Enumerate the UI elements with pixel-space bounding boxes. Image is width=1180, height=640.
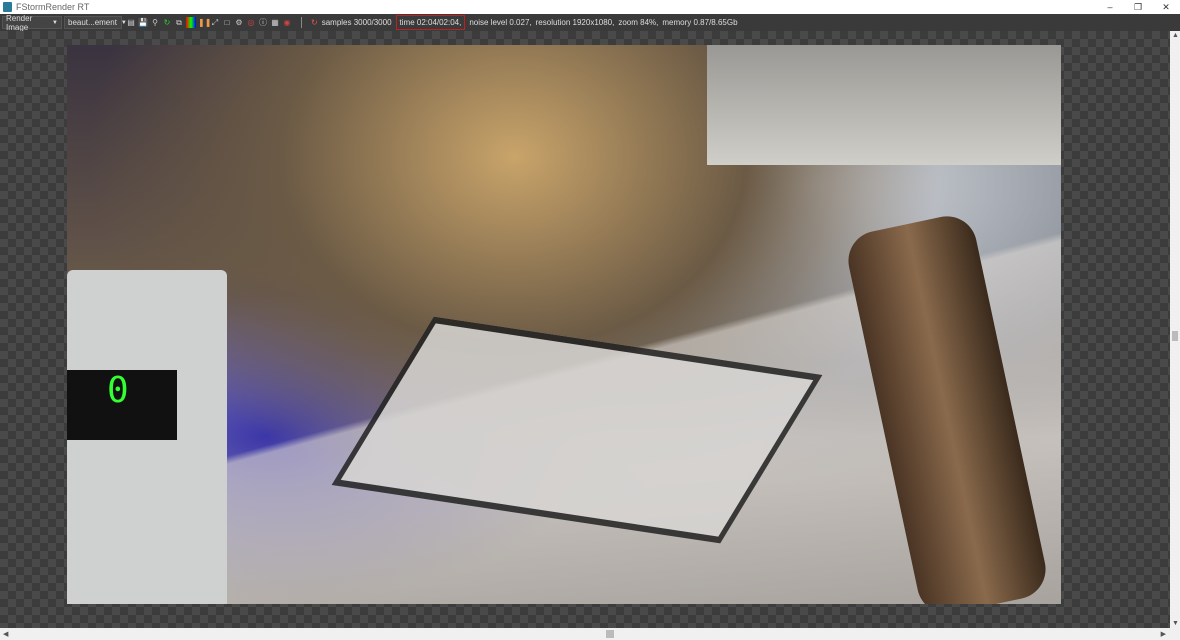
time-text: time 02:04/02:04,	[395, 15, 466, 30]
render-status: ↻ samples 3000/3000 time 02:04/02:04, no…	[311, 15, 738, 30]
zoom-icon[interactable]: ⚲	[150, 17, 160, 28]
copy-icon[interactable]: ⧉	[174, 17, 184, 28]
save-icon[interactable]: 💾	[138, 17, 148, 28]
minimize-button[interactable]: –	[1096, 0, 1124, 14]
horizontal-scrollbar[interactable]: ◀ ▶	[0, 628, 1180, 640]
fit-icon[interactable]: ▤	[126, 17, 136, 28]
pause-icon[interactable]: ❚❚	[198, 17, 211, 28]
region-icon[interactable]: □	[222, 17, 232, 28]
channel-select-value: beaut...ement	[68, 18, 117, 27]
settings-icon[interactable]: ⚙	[234, 17, 244, 28]
divider	[301, 17, 302, 28]
render-viewport[interactable]: 0	[0, 31, 1170, 628]
scroll-left-icon[interactable]: ◀	[3, 630, 8, 638]
microwave-display: 0	[67, 370, 177, 440]
scroll-down-icon[interactable]: ▼	[1172, 620, 1179, 627]
app-icon	[3, 2, 12, 12]
target-icon[interactable]: ◎	[246, 17, 256, 28]
title-bar: FStormRender RT – ❐ ✕	[0, 0, 1180, 14]
info-icon[interactable]: ⓘ	[258, 17, 268, 28]
restore-button[interactable]: ❐	[1124, 0, 1152, 14]
horizontal-scroll-thumb[interactable]	[606, 630, 614, 638]
window-title: FStormRender RT	[16, 2, 90, 12]
toolbar: Render Image ▼ beaut...ement ▼ ▤ 💾 ⚲ ↻ ⧉ ❚…	[0, 13, 1180, 32]
close-button[interactable]: ✕	[1152, 0, 1180, 14]
memory-text: memory 0.87/8.65Gb	[662, 18, 738, 27]
mode-select-value: Render Image	[6, 13, 33, 32]
samples-text: samples 3000/3000	[321, 18, 392, 27]
zoom-text: zoom 84%,	[618, 18, 659, 27]
vertical-scroll-thumb[interactable]	[1172, 331, 1178, 341]
mode-select[interactable]: Render Image ▼	[2, 13, 62, 32]
samples-icon: ↻	[311, 18, 318, 27]
scroll-right-icon[interactable]: ▶	[1161, 630, 1166, 638]
channel-select[interactable]: beaut...ement ▼	[64, 16, 127, 29]
refresh-icon[interactable]: ↻	[162, 17, 172, 28]
vertical-scrollbar[interactable]: ▲ ▼	[1170, 31, 1180, 628]
scroll-up-icon[interactable]: ▲	[1172, 32, 1179, 39]
resolution-text: resolution 1920x1080,	[535, 18, 615, 27]
render-image: 0	[67, 45, 1061, 604]
denoise-icon[interactable]: ◉	[282, 17, 292, 28]
fullscreen-icon[interactable]: ⤢	[210, 17, 220, 28]
noise-text: noise level 0.027,	[469, 18, 532, 27]
grid-icon[interactable]: ▦	[270, 17, 280, 28]
color-icon[interactable]	[186, 17, 196, 28]
chevron-down-icon: ▼	[52, 19, 58, 26]
